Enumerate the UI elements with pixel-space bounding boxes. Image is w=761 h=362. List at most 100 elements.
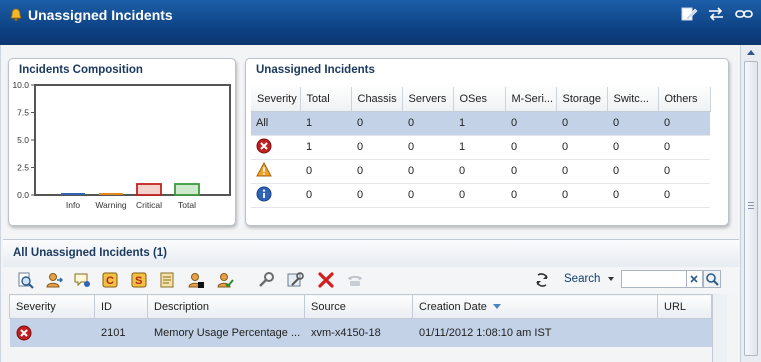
summary-cell: 0	[402, 135, 453, 160]
escalate-icon[interactable]	[346, 271, 364, 289]
comment-icon[interactable]	[73, 271, 91, 289]
col-creation-date-label: Creation Date	[419, 300, 487, 313]
x-tick-label: Total	[178, 200, 196, 210]
col-url[interactable]: URL	[657, 294, 712, 319]
summary-cell: 0	[658, 111, 710, 136]
col-severity[interactable]: Severity	[9, 294, 95, 319]
col-id[interactable]: ID	[94, 294, 148, 319]
run-action-icon[interactable]: S	[130, 271, 148, 289]
row-url	[657, 318, 712, 347]
scroll-up-icon[interactable]	[745, 47, 757, 59]
summary-col-switches[interactable]: Switc...	[607, 87, 659, 112]
search-dropdown-caret-icon[interactable]	[608, 277, 614, 281]
swap-icon[interactable]	[707, 6, 725, 22]
bar-info	[61, 193, 85, 195]
summary-cell: 0	[658, 183, 710, 208]
summary-cell: 0	[402, 111, 453, 136]
incident-header-row: Severity ID Description Source Creation …	[9, 294, 712, 319]
summary-table: Severity Total Chassis Servers OSes M-Se…	[251, 87, 711, 208]
table-row[interactable]: 2101 Memory Usage Percentage ... xvm-x41…	[9, 318, 712, 347]
summary-cell: 0	[300, 183, 351, 208]
summary-cell: 0	[556, 159, 607, 184]
search-button[interactable]	[703, 270, 721, 288]
info-icon	[256, 186, 272, 201]
y-tick-label: 2.5	[17, 163, 29, 173]
summary-cell: 0	[351, 111, 402, 136]
summary-col-chassis[interactable]: Chassis	[351, 87, 403, 112]
y-tick-label: 7.5	[17, 108, 29, 118]
bar-critical	[136, 183, 162, 196]
summary-cell: 1	[453, 111, 505, 136]
sort-descending-icon	[492, 303, 501, 309]
critical-icon	[256, 138, 272, 153]
search-dropdown[interactable]: Search	[564, 273, 600, 285]
summary-severity-label: All	[251, 111, 300, 136]
row-creation-date: 01/11/2012 1:08:10 am IST	[412, 318, 658, 347]
summary-cell: 0	[402, 183, 453, 208]
clear-search-button[interactable]	[687, 270, 703, 288]
view-details-icon[interactable]	[16, 271, 34, 289]
summary-row-info[interactable]: 0 0 0 0 0 0 0 0	[251, 183, 710, 208]
y-tick-label: 5.0	[17, 135, 29, 145]
summary-row-warning[interactable]: 0 0 0 0 0 0 0 0	[251, 159, 710, 184]
incident-table: Severity ID Description Source Creation …	[9, 294, 712, 347]
settings-icon[interactable]	[286, 271, 304, 289]
warning-icon	[256, 161, 272, 176]
summary-cell: 0	[351, 159, 402, 184]
refresh-icon[interactable]	[533, 271, 551, 289]
incident-toolbar: C S Search	[3, 267, 739, 293]
incidents-composition-chart: 10.0 7.5 5.0 2.5 0.0 Info Warning Critical Total	[12, 80, 231, 210]
assign-icon[interactable]	[45, 271, 63, 289]
summary-cell: 1	[453, 135, 505, 160]
critical-icon	[16, 325, 31, 341]
y-tick-label: 10.0	[12, 80, 29, 90]
summary-col-storage[interactable]: Storage	[556, 87, 608, 112]
y-tick-label: 0.0	[17, 190, 29, 200]
incident-list-header: All Unassigned Incidents (1)	[3, 239, 739, 267]
mark-repaired-icon[interactable]	[216, 271, 234, 289]
col-creation-date[interactable]: Creation Date	[412, 294, 658, 319]
summary-cell: 0	[505, 135, 556, 160]
summary-cell: 1	[300, 135, 351, 160]
edit-icon[interactable]	[680, 6, 698, 22]
suggested-action-icon[interactable]: C	[101, 271, 119, 289]
clear-icon	[690, 275, 698, 283]
row-source: xvm-x4150-18	[304, 318, 413, 347]
col-description[interactable]: Description	[147, 294, 305, 319]
summary-row-all[interactable]: All 1 0 0 1 0 0 0 0	[251, 111, 710, 136]
summary-cell: 0	[505, 159, 556, 184]
summary-header-row: Severity Total Chassis Servers OSes M-Se…	[251, 87, 711, 112]
scrollbar-thumb[interactable]	[744, 61, 758, 356]
row-id: 2101	[94, 318, 148, 347]
summary-col-m-series[interactable]: M-Seri...	[505, 87, 557, 112]
summary-cell: 0	[351, 183, 402, 208]
thumb-grip	[748, 205, 754, 206]
summary-row-critical[interactable]: 1 0 0 1 0 0 0 0	[251, 135, 710, 160]
summary-cell: 0	[658, 159, 710, 184]
search-input[interactable]	[621, 270, 687, 288]
summary-col-servers[interactable]: Servers	[402, 87, 454, 112]
summary-cell: 0	[556, 135, 607, 160]
incident-list-title: All Unassigned Incidents (1)	[13, 247, 167, 259]
repair-icon[interactable]	[257, 271, 275, 289]
svg-text:C: C	[106, 275, 114, 287]
summary-severity-cell	[251, 135, 300, 160]
delete-icon[interactable]	[317, 271, 335, 289]
summary-cell: 0	[351, 135, 402, 160]
col-source[interactable]: Source	[304, 294, 413, 319]
thumb-grip	[748, 202, 754, 203]
summary-cell: 0	[607, 183, 658, 208]
summary-col-oses[interactable]: OSes	[453, 87, 506, 112]
annotation-icon[interactable]	[158, 271, 176, 289]
bell-icon	[10, 8, 22, 21]
acknowledge-icon[interactable]	[187, 271, 205, 289]
link-icon[interactable]	[735, 6, 753, 22]
summary-col-severity[interactable]: Severity	[251, 87, 301, 112]
summary-cell: 0	[556, 111, 607, 136]
content-area: Incidents Composition 10.0 7.5 5.0 2.5 0.0 In…	[0, 45, 740, 362]
summary-col-others[interactable]: Others	[658, 87, 711, 112]
summary-col-total[interactable]: Total	[300, 87, 352, 112]
page-scrollbar[interactable]	[740, 45, 761, 362]
x-tick-label: Warning	[95, 200, 127, 210]
summary-cell: 0	[658, 135, 710, 160]
